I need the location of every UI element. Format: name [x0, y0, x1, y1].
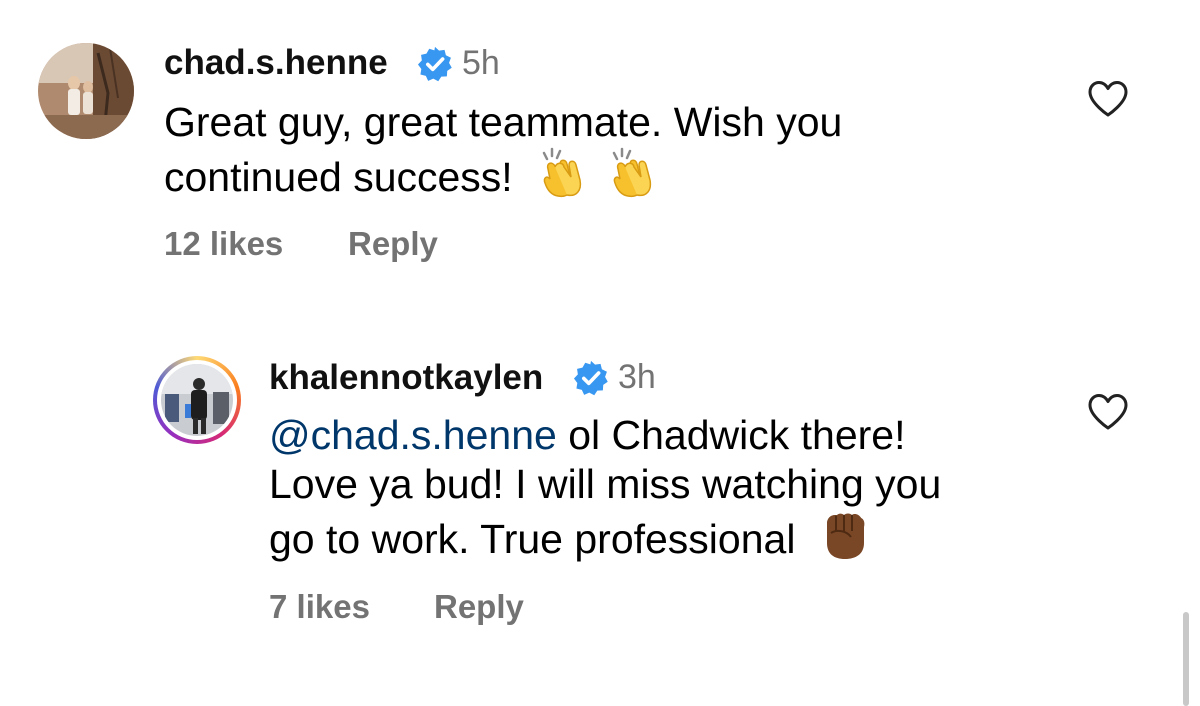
heart-icon[interactable] [1087, 80, 1129, 118]
comment-text-segment: ol Chadwick there! [556, 412, 906, 458]
likes-count[interactable]: 7 likes [269, 588, 370, 626]
heart-icon[interactable] [1087, 393, 1129, 431]
comment-text-line-2: Love ya bud! I will miss watching you [269, 461, 942, 507]
comment-text-line-1: Great guy, great teammate. Wish you [164, 99, 843, 145]
clapping-hands-emoji-icon [608, 147, 660, 210]
comment-text-line-3: go to work. True professional [269, 509, 869, 572]
raised-fist-emoji-icon [821, 509, 869, 572]
username[interactable]: chad.s.henne [164, 43, 388, 83]
comment-text-line-2: continued success! [164, 147, 660, 210]
timestamp: 3h [618, 358, 656, 396]
comment-text-segment: continued success! [164, 154, 513, 200]
likes-count[interactable]: 12 likes [164, 225, 283, 263]
reply-button[interactable]: Reply [434, 588, 524, 626]
clapping-hands-emoji-icon [538, 147, 590, 210]
avatar[interactable] [153, 356, 241, 444]
comment-text-segment: go to work. True professional [269, 516, 796, 562]
verified-badge-icon [417, 46, 452, 82]
timestamp: 5h [462, 44, 500, 82]
comment-chad: chad.s.henne 5h Great guy, great teammat… [0, 0, 1200, 300]
scrollbar[interactable] [1183, 612, 1189, 706]
avatar[interactable] [38, 43, 134, 139]
verified-badge-icon [573, 360, 608, 396]
comment-text-line-1: @chad.s.henne ol Chadwick there! [269, 411, 906, 460]
comment-khalen: khalennotkaylen 3h @chad.s.henne ol Chad… [0, 300, 1200, 706]
username[interactable]: khalennotkaylen [269, 358, 543, 398]
mention-link[interactable]: @chad.s.henne [269, 412, 557, 458]
reply-button[interactable]: Reply [348, 225, 438, 263]
